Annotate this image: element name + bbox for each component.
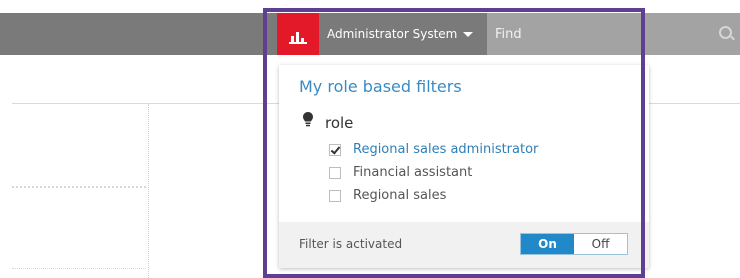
search-input[interactable] <box>487 13 740 55</box>
option-label: Regional sales <box>353 188 447 203</box>
dotted-divider <box>12 268 146 270</box>
dropdown-footer: Filter is activated On Off <box>279 222 649 268</box>
lightbulb-icon <box>303 112 313 127</box>
column-divider <box>148 104 149 278</box>
caret-down-icon <box>463 32 474 37</box>
option-label: Regional sales administrator <box>353 142 539 157</box>
user-menu-label: Administrator System <box>327 27 458 41</box>
checkbox[interactable] <box>329 190 341 202</box>
checkbox[interactable] <box>329 167 341 179</box>
dotted-divider <box>12 186 146 189</box>
filter-on-off-toggle[interactable]: On Off <box>520 233 628 255</box>
role-filters-dropdown: My role based filters role Regional sale… <box>279 65 649 268</box>
toggle-on-button[interactable]: On <box>521 234 574 254</box>
chart-app-button[interactable] <box>277 13 319 55</box>
option-label: Financial assistant <box>353 165 473 180</box>
dropdown-title: My role based filters <box>299 77 462 96</box>
search-icon[interactable] <box>719 26 732 39</box>
user-menu-dropdown[interactable]: Administrator System <box>327 13 477 55</box>
filter-group-label: role <box>325 114 354 132</box>
toggle-off-button[interactable]: Off <box>574 234 627 254</box>
filter-status-label: Filter is activated <box>299 237 403 251</box>
checkbox[interactable] <box>329 144 341 156</box>
